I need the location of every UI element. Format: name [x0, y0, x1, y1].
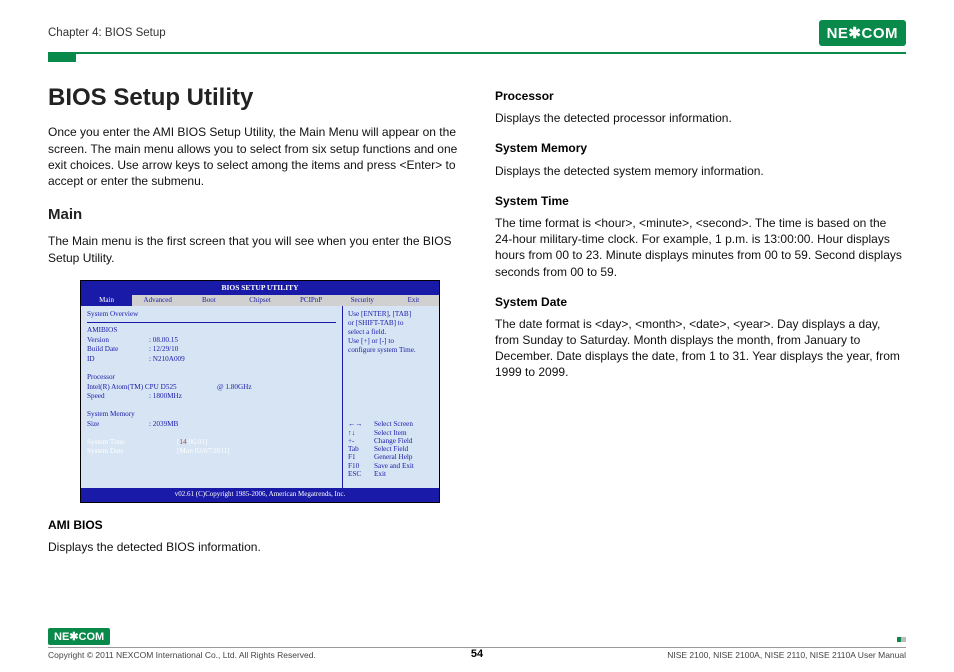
main-heading: Main — [48, 205, 459, 225]
bios-memory: System Memory — [87, 410, 336, 420]
bios-footer: v02.61 (C)Copyright 1985-2006, American … — [81, 488, 439, 501]
bios-systime-value: [14:06:01] — [177, 438, 207, 448]
page-footer: NE✱COM 54 Copyright © 2011 NEXCOM Intern… — [48, 628, 906, 660]
bios-nav-keys: ←→Select Screen ↑↓Select Item +-Change F… — [348, 420, 434, 478]
amibios-text: Displays the detected BIOS information. — [48, 539, 459, 555]
chapter-label: Chapter 4: BIOS Setup — [48, 27, 166, 39]
bios-tab-advanced: Advanced — [132, 295, 183, 306]
bios-tab-pcipnp: PCIPnP — [286, 295, 337, 306]
bios-processor: Processor — [87, 373, 336, 383]
header-rule — [48, 52, 906, 54]
bios-screenshot: BIOS SETUP UTILITY Main Advanced Boot Ch… — [80, 280, 440, 503]
page-number: 54 — [471, 648, 483, 660]
bios-tab-chipset: Chipset — [234, 295, 285, 306]
systime-text: The time format is <hour>, <minute>, <se… — [495, 215, 906, 280]
copyright-text: Copyright © 2011 NEXCOM International Co… — [48, 650, 316, 660]
bios-amibios: AMIBIOS — [87, 326, 336, 336]
main-text: The Main menu is the first screen that y… — [48, 233, 459, 265]
footer-brand-logo: NE✱COM — [48, 628, 110, 645]
bios-tab-boot: Boot — [183, 295, 234, 306]
sysdate-text: The date format is <day>, <month>, <date… — [495, 316, 906, 381]
sysdate-heading: System Date — [495, 294, 906, 310]
bios-systime-label: System Time — [87, 438, 177, 448]
amibios-heading: AMI BIOS — [48, 517, 459, 533]
page-title: BIOS Setup Utility — [48, 82, 459, 114]
bios-overview: System Overview — [87, 310, 336, 323]
bios-left-pane: System Overview AMIBIOS Version: 08.00.1… — [81, 306, 343, 488]
footer-decoration-icon — [897, 631, 906, 645]
bios-tabs: Main Advanced Boot Chipset PCIPnP Securi… — [81, 295, 439, 306]
intro-text: Once you enter the AMI BIOS Setup Utilit… — [48, 124, 459, 189]
bios-tab-security: Security — [337, 295, 388, 306]
bios-right-pane: Use [ENTER], [TAB] or [SHIFT-TAB] to sel… — [343, 306, 439, 488]
models-text: NISE 2100, NISE 2100A, NISE 2110, NISE 2… — [667, 650, 906, 660]
brand-logo: NE✱COM — [819, 20, 906, 46]
memory-heading: System Memory — [495, 140, 906, 156]
bios-sysdate-value: [Mon 02/07/2011] — [177, 447, 230, 457]
bios-tab-main: Main — [81, 295, 132, 306]
bios-tab-exit: Exit — [388, 295, 439, 306]
memory-text: Displays the detected system memory info… — [495, 163, 906, 179]
processor-heading: Processor — [495, 88, 906, 104]
bios-sysdate-label: System Date — [87, 447, 177, 457]
bios-title: BIOS SETUP UTILITY — [81, 281, 439, 295]
systime-heading: System Time — [495, 193, 906, 209]
processor-text: Displays the detected processor informat… — [495, 110, 906, 126]
